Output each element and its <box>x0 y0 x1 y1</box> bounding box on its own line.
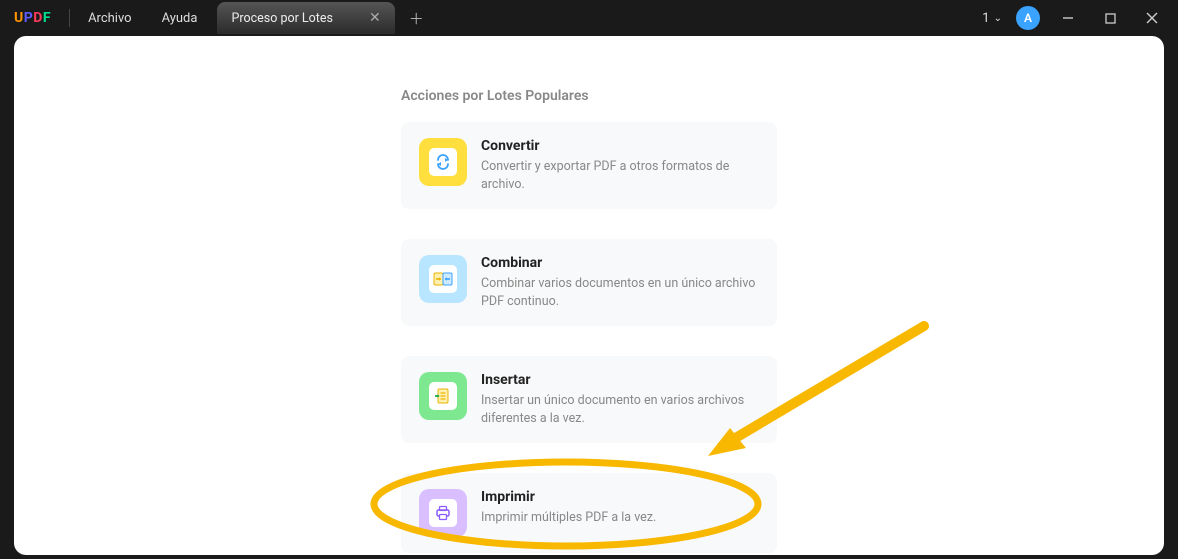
action-desc: Imprimir múltiples PDF a la vez. <box>481 509 759 527</box>
action-insert[interactable]: Insertar Insertar un único documento en … <box>401 356 777 443</box>
action-convert[interactable]: Convertir Convertir y exportar PDF a otr… <box>401 122 777 209</box>
action-desc: Insertar un único documento en varios ar… <box>481 392 759 427</box>
add-tab-button[interactable]: ＋ <box>409 8 424 29</box>
convert-icon <box>419 138 467 186</box>
action-title: Imprimir <box>481 489 759 505</box>
action-title: Combinar <box>481 255 759 271</box>
close-icon[interactable]: ✕ <box>369 10 381 26</box>
minimize-button[interactable] <box>1054 4 1082 32</box>
combine-icon <box>419 255 467 303</box>
chevron-down-icon: ⌄ <box>994 13 1002 24</box>
action-combine[interactable]: Combinar Combinar varios documentos en u… <box>401 239 777 326</box>
action-list: Convertir Convertir y exportar PDF a otr… <box>401 122 777 553</box>
one-dropdown[interactable]: 1 ⌄ <box>982 11 1002 26</box>
avatar[interactable]: A <box>1016 6 1040 30</box>
one-label: 1 <box>982 11 989 26</box>
titlebar: UPDF Archivo Ayuda Proceso por Lotes ✕ ＋… <box>0 0 1178 36</box>
window-controls: 1 ⌄ A <box>982 4 1166 32</box>
action-title: Convertir <box>481 138 759 154</box>
action-desc: Combinar varios documentos en un único a… <box>481 275 759 310</box>
print-icon <box>419 489 467 537</box>
menu-file[interactable]: Archivo <box>88 11 132 26</box>
maximize-button[interactable] <box>1096 4 1124 32</box>
tab-bar: Proceso por Lotes ✕ ＋ <box>217 2 423 34</box>
content-area: Acciones por Lotes Populares Convertir <box>14 36 1164 555</box>
action-desc: Convertir y exportar PDF a otros formato… <box>481 158 759 193</box>
insert-icon <box>419 372 467 420</box>
main-menu: Archivo Ayuda <box>88 11 197 26</box>
section-title: Acciones por Lotes Populares <box>401 88 777 104</box>
logo: UPDF <box>14 10 51 26</box>
menu-help[interactable]: Ayuda <box>162 11 198 26</box>
divider <box>69 9 70 27</box>
tab-label: Proceso por Lotes <box>231 11 333 26</box>
close-button[interactable] <box>1138 4 1166 32</box>
tab-batch[interactable]: Proceso por Lotes ✕ <box>217 2 394 34</box>
action-title: Insertar <box>481 372 759 388</box>
action-print[interactable]: Imprimir Imprimir múltiples PDF a la vez… <box>401 473 777 553</box>
